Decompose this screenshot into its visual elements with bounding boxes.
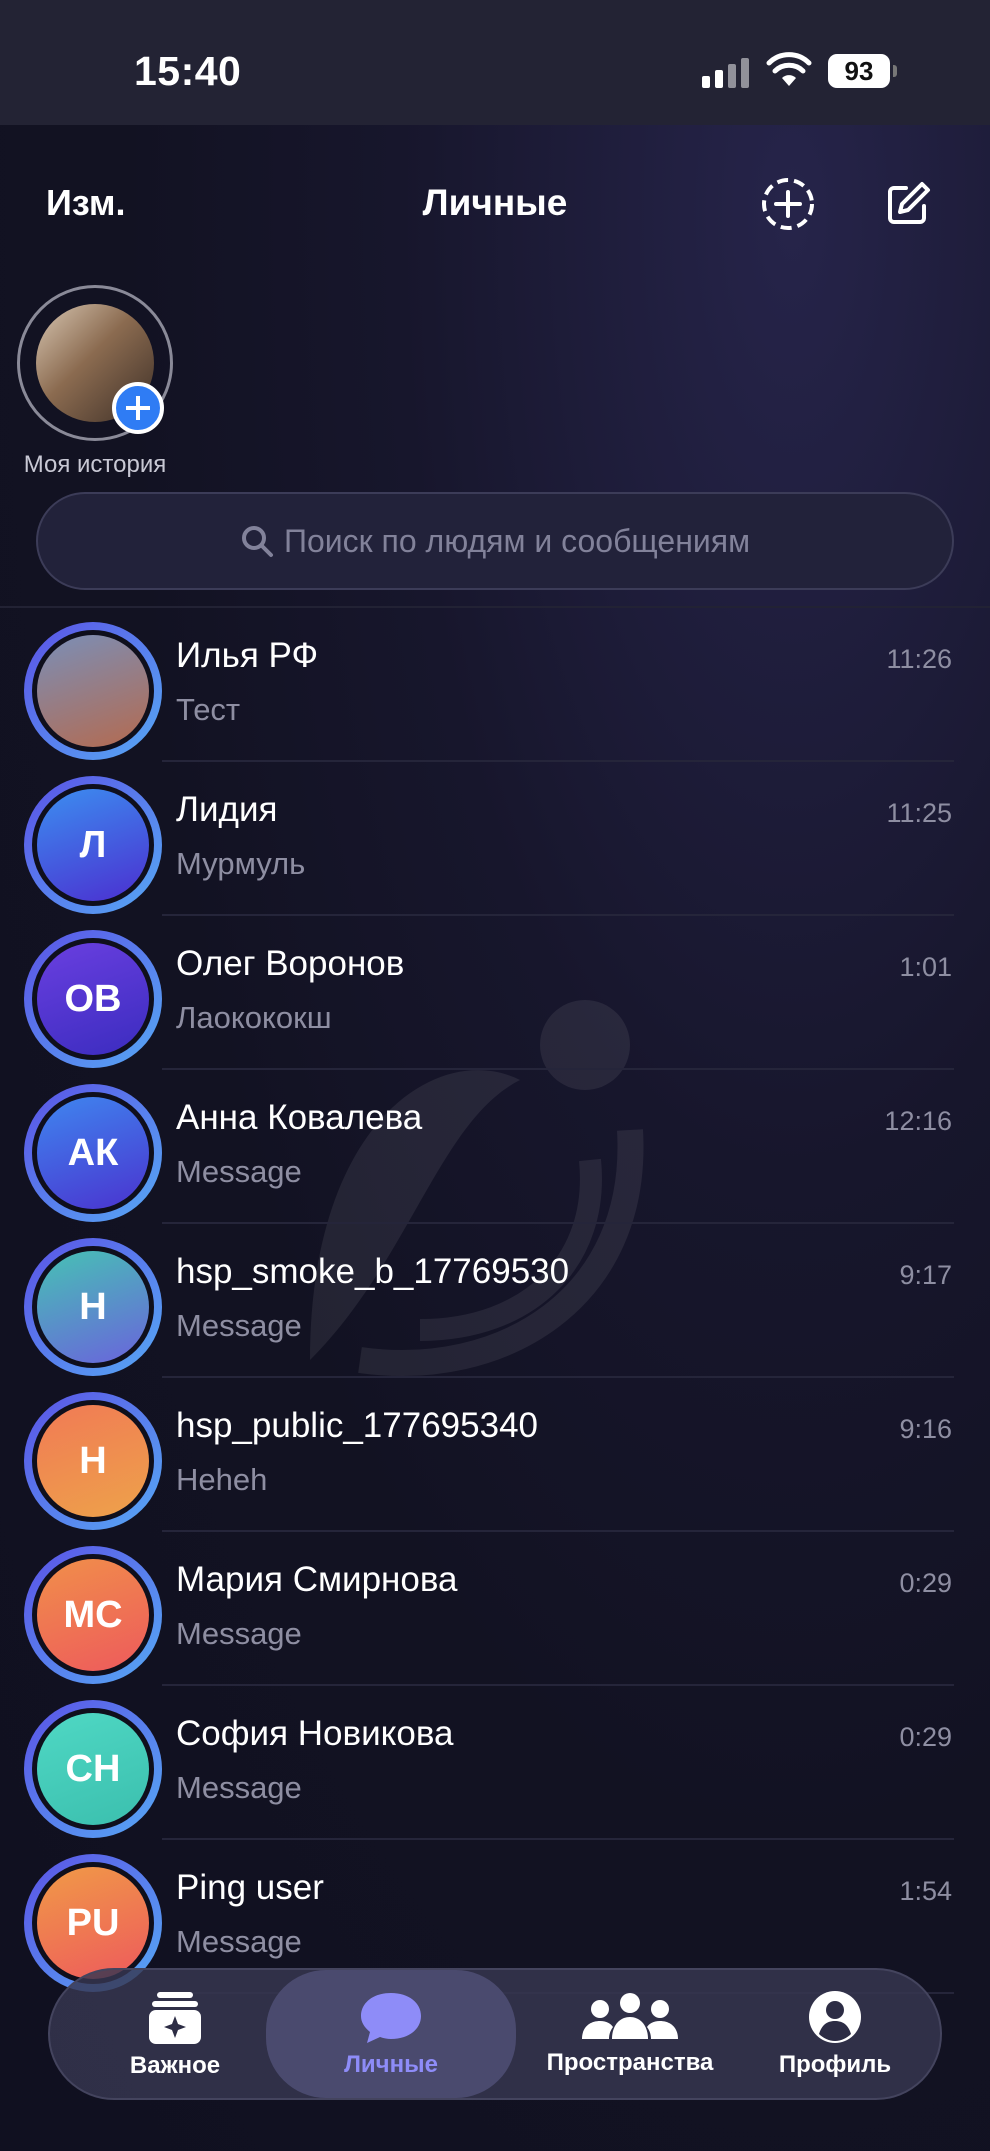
tab-label: Пространства [546, 2049, 714, 2076]
top-bar: Изм. Личные [0, 160, 990, 250]
status-time: 15:40 [134, 48, 242, 94]
avatar-frame: H [32, 1400, 154, 1522]
avatar-frame: МС [32, 1554, 154, 1676]
avatar-ring: Л [24, 776, 162, 914]
chat-row[interactable]: Л Лидия Мурмуль 11:25 [0, 762, 990, 916]
battery-indicator: 93 [828, 54, 897, 88]
chat-name: Мария Смирнова [176, 1560, 458, 1599]
chat-preview: Лаокококш [176, 1000, 332, 1035]
chat-row[interactable]: ОВ Олег Воронов Лаокококш 1:01 [0, 916, 990, 1070]
chat-preview: Message [176, 1616, 302, 1651]
chat-time: 11:26 [886, 644, 952, 674]
tab-label: Профиль [778, 2051, 892, 2078]
avatar-frame: Л [32, 784, 154, 906]
chat-row[interactable]: АК Анна Ковалева Message 12:16 [0, 1070, 990, 1224]
sparkle-cards-icon [149, 1992, 201, 2044]
chat-preview: Message [176, 1924, 302, 1959]
avatar-ring: H [24, 1238, 162, 1376]
chat-time: 11:25 [886, 798, 952, 828]
chat-preview: Мурмуль [176, 846, 306, 881]
story-label: Моя история [23, 451, 167, 478]
cellular-signal-icon [702, 58, 749, 88]
chat-time: 9:16 [899, 1414, 952, 1444]
chat-name: hsp_smoke_b_17769530 [176, 1252, 570, 1291]
chat-row[interactable]: H hsp_public_177695340 Heheh 9:16 [0, 1378, 990, 1532]
avatar-frame: СН [32, 1708, 154, 1830]
avatar-ring: СН [24, 1700, 162, 1838]
chat-time: 12:16 [884, 1106, 952, 1136]
avatar: МС [37, 1559, 149, 1671]
chat-name: Илья РФ [176, 636, 319, 675]
avatar: ОВ [37, 943, 149, 1055]
avatar-frame: H [32, 1246, 154, 1368]
chat-row[interactable]: МС Мария Смирнова Message 0:29 [0, 1532, 990, 1686]
add-story-icon[interactable] [760, 176, 816, 232]
avatar: H [37, 1251, 149, 1363]
avatar: АК [37, 1097, 149, 1209]
chat-time: 9:17 [899, 1260, 952, 1290]
tab-label: Важное [129, 2052, 221, 2079]
my-story[interactable]: Моя история [14, 285, 174, 479]
add-icon[interactable] [112, 382, 164, 434]
avatar-ring: ОВ [24, 930, 162, 1068]
page-title: Личные [422, 182, 568, 223]
search-input[interactable]: Поиск по людям и сообщениям [36, 492, 954, 590]
tab-label: Личные [344, 2051, 438, 2078]
avatar-ring: H [24, 1392, 162, 1530]
avatar-frame [32, 630, 154, 752]
tab-bar: Важное Личные Пространства Профиль [48, 1968, 942, 2100]
avatar-frame: АК [32, 1092, 154, 1214]
avatar-ring: АК [24, 1084, 162, 1222]
chat-row[interactable]: СН София Новикова Message 0:29 [0, 1686, 990, 1840]
wifi-icon [766, 52, 812, 86]
chat-preview: Message [176, 1770, 302, 1805]
avatar-ring: МС [24, 1546, 162, 1684]
avatar: Л [37, 789, 149, 901]
avatar: СН [37, 1713, 149, 1825]
avatar [37, 635, 149, 747]
profile-icon [809, 1991, 861, 2043]
chat-name: hsp_public_177695340 [176, 1406, 538, 1445]
status-bar: 15:40 93 [0, 0, 990, 125]
chat-bubble-icon [361, 1993, 421, 2043]
chat-preview: Heheh [176, 1462, 268, 1497]
people-icon [582, 1993, 678, 2039]
chat-list: Илья РФ Тест 11:26 Л Лидия Мурмуль 11:25… [0, 608, 990, 1994]
story-ring [17, 285, 173, 441]
tab-personal[interactable]: Личные [266, 1970, 516, 2098]
chat-preview: Message [176, 1308, 302, 1343]
tab-profile[interactable]: Профиль [740, 1970, 930, 2098]
chat-name: София Новикова [176, 1714, 454, 1753]
chat-preview: Тест [176, 692, 241, 727]
chat-name: Анна Ковалева [176, 1098, 423, 1137]
tab-important[interactable]: Важное [80, 1970, 270, 2098]
compose-icon[interactable] [880, 176, 936, 232]
tab-spaces[interactable]: Пространства [510, 1970, 750, 2098]
chat-row[interactable]: Илья РФ Тест 11:26 [0, 608, 990, 762]
avatar-ring [24, 622, 162, 760]
search-placeholder: Поиск по людям и сообщениям [283, 522, 751, 559]
avatar-frame: ОВ [32, 938, 154, 1060]
chat-time: 1:54 [899, 1876, 952, 1906]
chat-name: Лидия [176, 790, 278, 829]
avatar-frame: PU [32, 1862, 154, 1984]
chat-row[interactable]: H hsp_smoke_b_17769530 Message 9:17 [0, 1224, 990, 1378]
chat-name: Ping user [176, 1868, 324, 1907]
chat-preview: Message [176, 1154, 302, 1189]
avatar: H [37, 1405, 149, 1517]
search-icon [241, 526, 273, 557]
chat-time: 1:01 [899, 952, 952, 982]
chat-time: 0:29 [899, 1568, 952, 1598]
avatar: PU [37, 1867, 149, 1979]
chat-name: Олег Воронов [176, 944, 405, 983]
chat-time: 0:29 [899, 1722, 952, 1752]
